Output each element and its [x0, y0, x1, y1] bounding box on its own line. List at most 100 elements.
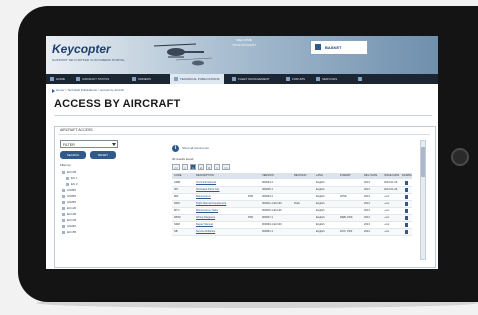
folder-icon — [62, 188, 65, 192]
tree-item[interactable]: EC130 — [62, 212, 76, 216]
table-cell — [340, 180, 362, 186]
tree-item[interactable]: AS355 — [62, 194, 76, 198]
table-row[interactable]: RFM Flight Manual Supplement 000041-1 EC13… — [172, 201, 412, 208]
document-link[interactable]: Illustrated Parts Cat. — [196, 187, 246, 193]
table-cell: English — [316, 216, 325, 219]
home-icon — [50, 77, 54, 82]
tree-item[interactable]: EC120 — [62, 206, 76, 210]
tree-item[interactable]: AS332 — [62, 224, 76, 228]
table-cell: 2013 — [364, 230, 370, 233]
search-button[interactable]: SEARCH — [60, 151, 86, 159]
table-cell: ~rev — [384, 202, 390, 205]
show-all-link[interactable]: Show all documents — [182, 146, 209, 150]
download-icon[interactable] — [405, 209, 408, 213]
tree-item[interactable]: EC 1 — [66, 176, 78, 180]
first-page-button[interactable]: << — [172, 164, 180, 170]
table-cell: WEB, PDF — [340, 216, 353, 219]
table-row[interactable]: SB Service Bulletins 000051-1 English DOC, P… — [172, 229, 412, 236]
col-header[interactable]: REV. DATE — [364, 173, 382, 179]
table-row[interactable]: MTC Maintenance Tasks 000045-1 EC130 Englis… — [172, 208, 412, 215]
table-cell — [248, 208, 258, 214]
table-cell: 2013 — [364, 188, 370, 191]
nav-services[interactable]: SERVICES — [316, 74, 337, 84]
aircraft-select[interactable]: FILTER — [60, 140, 118, 148]
tablet-home-button[interactable] — [451, 148, 469, 166]
download-icon[interactable] — [405, 223, 408, 227]
table-cell — [340, 222, 362, 228]
col-header[interactable]: DESCRIPTION — [196, 173, 246, 179]
next-page-button[interactable]: > — [214, 164, 220, 170]
tablet-screen: Keycopter SUPPORT KEYCOPTER CUSTOMERS PO… — [46, 36, 438, 269]
document-link[interactable]: Repair Manual — [196, 222, 246, 228]
breadcrumb-arrow-icon — [52, 89, 55, 93]
table-cell: 2012-01-26 — [384, 188, 398, 191]
table-cell: MM — [174, 195, 179, 198]
table-row[interactable]: WDM Wiring Diagrams PDF 000047-1 English WEB,… — [172, 215, 412, 222]
reset-button[interactable]: RESET — [90, 151, 116, 159]
nav-label: TECHNICAL PUBLICATIONS — [180, 77, 220, 81]
folder-icon — [62, 206, 65, 210]
last-page-button[interactable]: >> — [222, 164, 230, 170]
col-header[interactable]: REVISION — [294, 173, 314, 179]
table-row[interactable]: AMM Technical Manual 000033-1 English 2013 20… — [172, 180, 412, 187]
vertical-scrollbar[interactable] — [420, 140, 426, 260]
tree-item[interactable]: AS365 — [62, 200, 76, 204]
download-icon[interactable] — [405, 230, 408, 234]
nav-settings[interactable] — [358, 74, 364, 84]
prev-page-button[interactable]: < — [182, 164, 188, 170]
col-header[interactable]: VERSION — [262, 173, 292, 179]
tree-item[interactable]: AS350 — [62, 188, 76, 192]
nav-orders[interactable]: ORDERS — [132, 74, 151, 84]
scrollbar-thumb[interactable] — [421, 147, 425, 177]
publications-icon — [174, 77, 178, 82]
table-row[interactable]: MM Maintenance PDF 000033-1 English HTML 2013 ~… — [172, 194, 412, 201]
download-icon[interactable] — [405, 216, 408, 220]
nav-aircraft-status[interactable]: AIRCRAFT STATUS — [76, 74, 109, 84]
nav-label: HOME — [56, 77, 65, 81]
document-link[interactable]: Service Bulletins — [196, 229, 246, 235]
panel-divider — [58, 134, 430, 135]
nav-forums[interactable]: FORUMS — [286, 74, 305, 84]
table-cell: ~rev — [384, 209, 390, 212]
tree-label: AS355 — [67, 194, 77, 198]
table-cell: HTML — [340, 195, 348, 198]
page-1-button[interactable]: 1 — [190, 164, 196, 170]
table-cell: 2013 — [364, 181, 370, 184]
tree-item[interactable]: EC145 — [62, 218, 76, 222]
nav-fleet-management[interactable]: FLEET MANAGEMENT — [232, 74, 270, 84]
breadcrumb[interactable]: Home > Technical Publications > Access b… — [56, 88, 124, 92]
col-header[interactable]: LANG — [316, 173, 338, 179]
tree-item[interactable]: EC135 — [62, 170, 76, 174]
document-link[interactable]: Technical Manual — [196, 180, 246, 186]
col-header[interactable]: DOWNLOAD — [402, 173, 412, 179]
table-cell: IPC — [174, 188, 179, 191]
tree-item[interactable]: EC155 — [62, 230, 76, 234]
download-icon[interactable] — [405, 181, 408, 185]
col-header[interactable]: ISSUE DATE — [384, 173, 402, 179]
col-header[interactable] — [248, 173, 258, 179]
page-3-button[interactable]: 3 — [206, 164, 212, 170]
account-link[interactable]: YOUR ACCOUNT — [232, 43, 256, 48]
tree-item[interactable]: EC 2 — [66, 182, 78, 186]
col-header[interactable]: FORMAT — [340, 173, 362, 179]
document-link[interactable]: Wiring Diagrams — [196, 215, 246, 221]
site-logo[interactable]: Keycopter — [52, 42, 111, 56]
download-icon[interactable] — [405, 195, 408, 199]
download-icon[interactable] — [405, 188, 408, 192]
download-icon[interactable] — [405, 202, 408, 206]
page-2-button[interactable]: 2 — [198, 164, 204, 170]
table-row[interactable]: IPC Illustrated Parts Cat. 000035-1 English… — [172, 187, 412, 194]
col-header[interactable]: CODE — [174, 173, 194, 179]
document-link[interactable]: Maintenance Tasks — [196, 208, 246, 214]
document-link[interactable]: Flight Manual Supplement — [196, 201, 246, 207]
table-cell — [294, 222, 314, 228]
info-icon: i — [172, 145, 179, 152]
table-cell: AMM — [174, 181, 181, 184]
nav-technical-publications[interactable]: TECHNICAL PUBLICATIONS — [170, 74, 224, 84]
basket-button[interactable]: BASKET — [310, 40, 368, 55]
table-row[interactable]: SRM Repair Manual 000049-1 EC130 English 201… — [172, 222, 412, 229]
nav-home[interactable]: HOME — [50, 74, 65, 84]
table-cell — [248, 187, 258, 193]
document-link[interactable]: Maintenance — [196, 194, 246, 200]
panel-title: AIRCRAFT ACCESS — [60, 128, 93, 132]
